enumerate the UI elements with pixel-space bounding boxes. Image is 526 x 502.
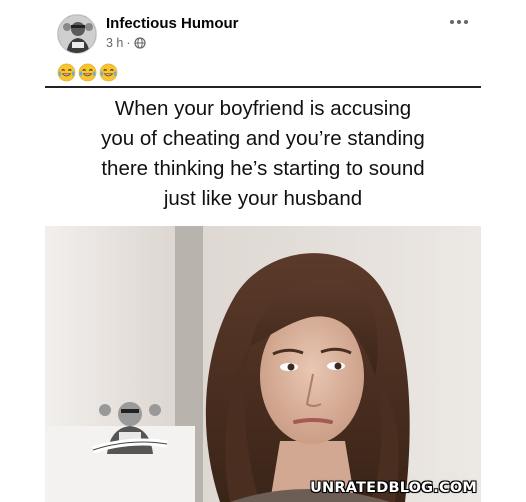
- meme-caption-line: you of cheating and you’re standing: [101, 127, 425, 150]
- meme-caption: When your boyfriend is accusing you of c…: [45, 94, 481, 214]
- author-name[interactable]: Infectious Humour: [106, 15, 239, 32]
- laughing-crying-emoji: [78, 63, 97, 82]
- meme-image[interactable]: When your boyfriend is accusing you of c…: [45, 86, 481, 502]
- meme-photo: UNRATEDBLOG.COM: [45, 226, 481, 502]
- post-caption: [57, 62, 118, 82]
- globe-icon: [133, 37, 146, 49]
- meme-top-rule: [45, 86, 481, 88]
- author-avatar[interactable]: [57, 14, 97, 54]
- post-meta: 3 h ·: [106, 36, 146, 50]
- infectious-humour-stamp: [85, 384, 175, 464]
- more-options-icon[interactable]: [445, 12, 473, 32]
- post-header: Infectious Humour 3 h ·: [0, 0, 526, 58]
- post-time[interactable]: 3 h: [106, 36, 123, 50]
- laughing-crying-emoji: [57, 63, 76, 82]
- laughing-crying-emoji: [99, 63, 118, 82]
- watermark: UNRATEDBLOG.COM: [310, 480, 477, 496]
- meme-caption-line: When your boyfriend is accusing: [114, 97, 412, 120]
- meme-caption-line: just like your husband: [163, 187, 363, 210]
- meta-separator: ·: [126, 36, 131, 50]
- meme-caption-line: there thinking he’s starting to sound: [101, 157, 425, 180]
